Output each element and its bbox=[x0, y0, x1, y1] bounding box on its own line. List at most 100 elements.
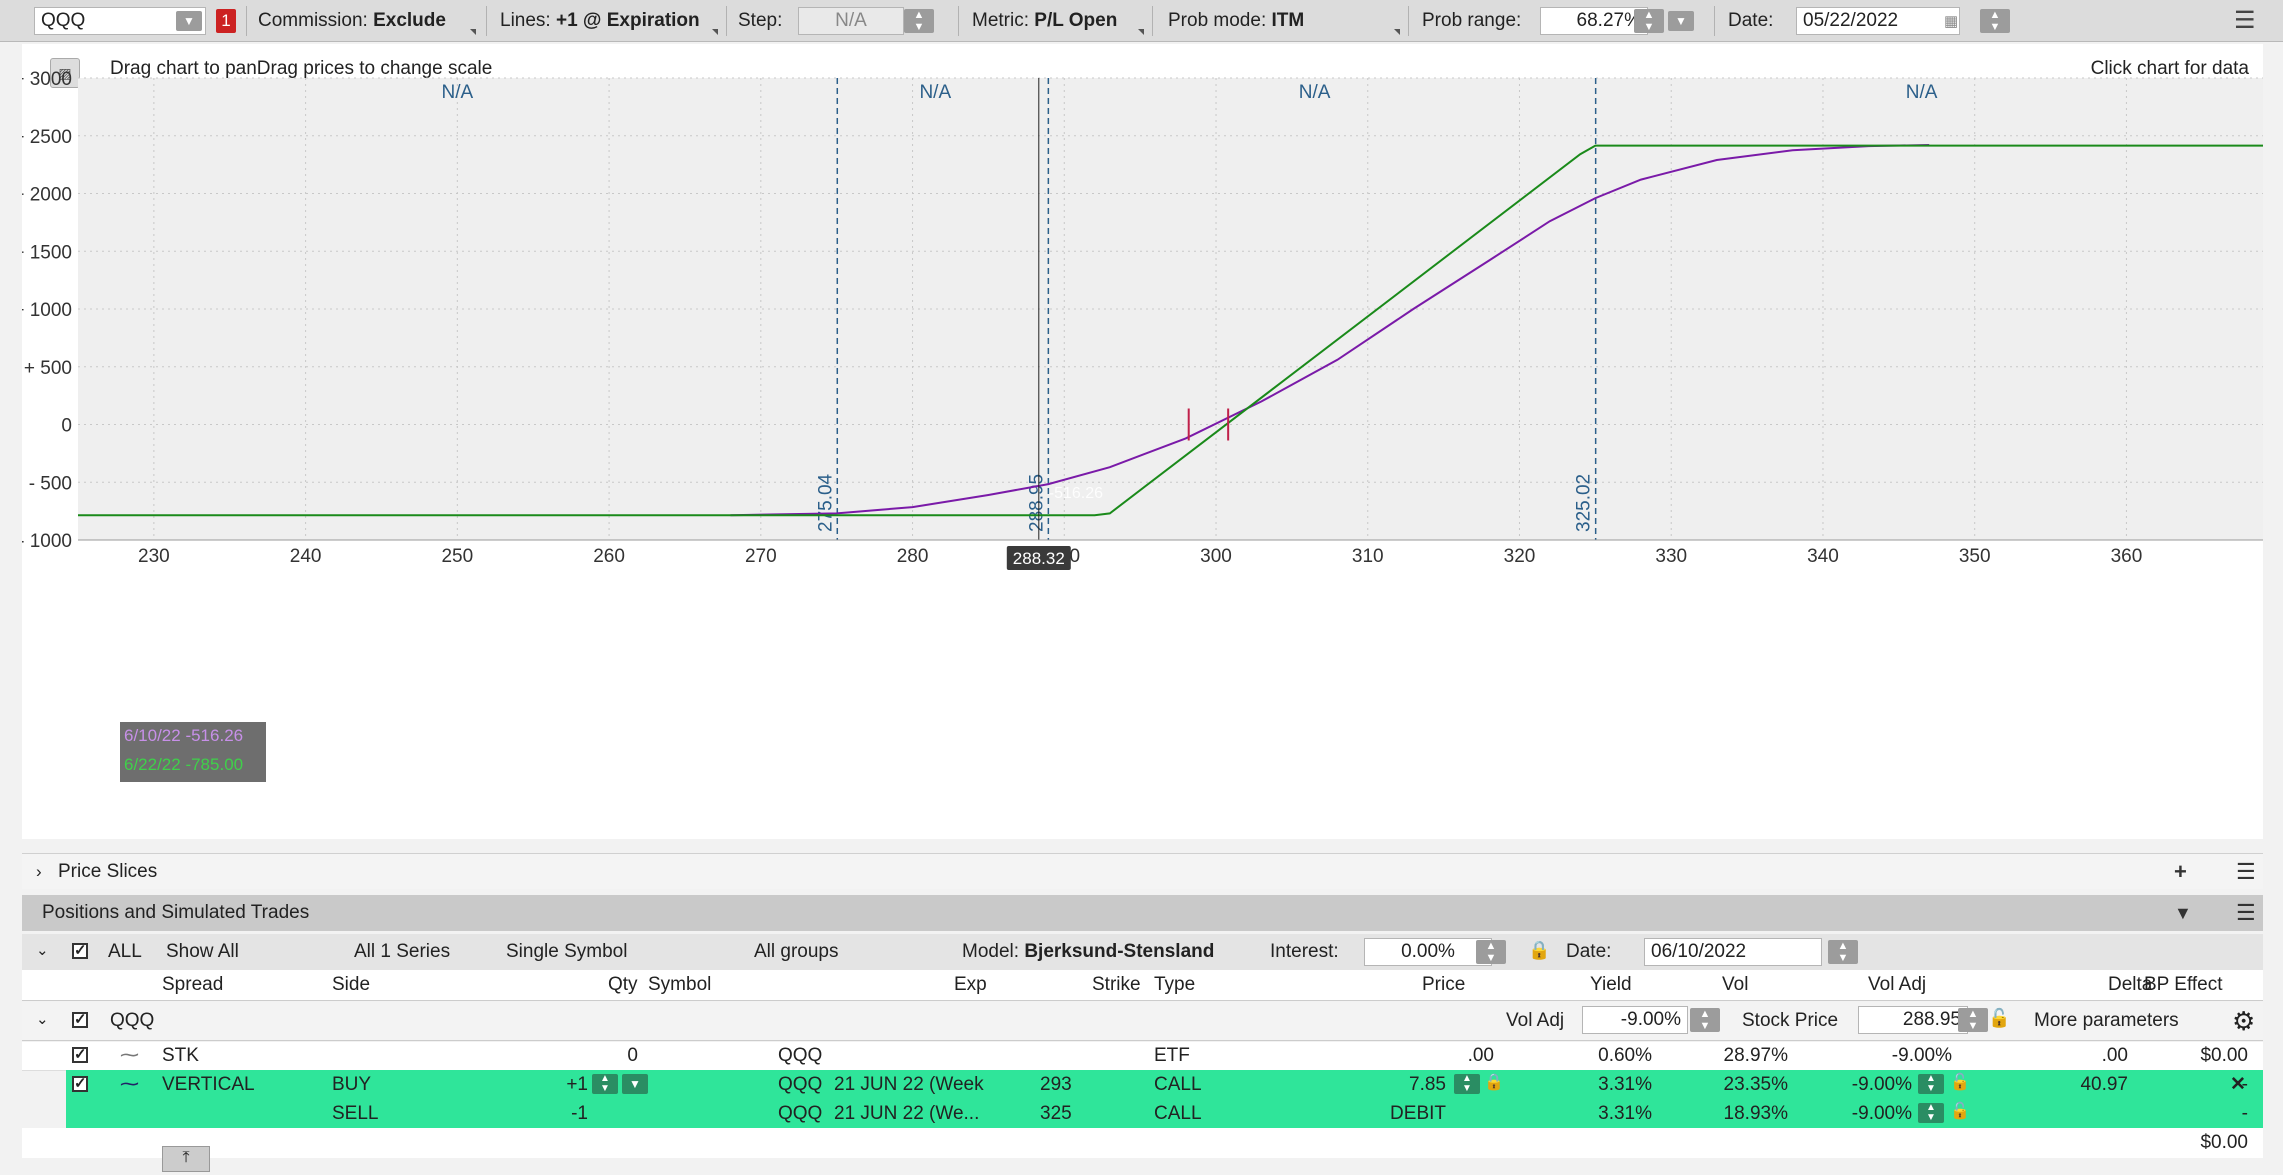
col-vol[interactable]: Vol bbox=[1722, 974, 1748, 996]
sim-date-input[interactable]: 06/10/2022 bbox=[1644, 938, 1822, 966]
step-input[interactable]: N/A bbox=[798, 7, 904, 35]
alert-badge[interactable]: 1 bbox=[216, 9, 236, 33]
metric-menu-icon[interactable] bbox=[1138, 29, 1144, 35]
row-vol-adj[interactable]: -9.00% bbox=[1802, 1103, 1912, 1125]
groups-filter[interactable]: All groups bbox=[754, 941, 839, 963]
commission-menu-icon[interactable] bbox=[470, 29, 476, 35]
col-spread[interactable]: Spread bbox=[162, 974, 223, 996]
lines-control[interactable]: Lines: +1 @ Expiration bbox=[500, 0, 700, 42]
date-input[interactable]: 05/22/2022 bbox=[1796, 7, 1960, 35]
calendar-icon[interactable]: ▦ bbox=[1944, 12, 1958, 30]
interest-input[interactable]: 0.00% bbox=[1364, 938, 1492, 966]
add-slice-icon[interactable]: + bbox=[2174, 854, 2187, 890]
qty-spinner-icon[interactable]: ▲ ▼ bbox=[592, 1074, 618, 1094]
positions-header[interactable]: Positions and Simulated Trades ▼ ☰ bbox=[22, 895, 2263, 931]
row-qty[interactable]: 0 bbox=[618, 1045, 638, 1067]
row-strike[interactable]: 293 bbox=[1040, 1074, 1072, 1096]
row-spread[interactable]: VERTICAL bbox=[162, 1074, 255, 1096]
show-filter[interactable]: Show All bbox=[166, 941, 239, 963]
metric-control[interactable]: Metric: P/L Open bbox=[972, 0, 1117, 42]
row-exp[interactable]: 21 JUN 22 (We... bbox=[834, 1103, 1012, 1125]
prob-range-dropdown-icon[interactable]: ▼ bbox=[1668, 11, 1694, 31]
sim-date-spinner-icon[interactable]: ▲ ▼ bbox=[1828, 940, 1858, 964]
qty-dropdown-icon[interactable]: ▼ bbox=[622, 1074, 648, 1094]
col-side[interactable]: Side bbox=[332, 974, 370, 996]
scroll-top-icon[interactable]: ⤒ bbox=[162, 1146, 210, 1172]
row-checkbox[interactable]: ✓ bbox=[72, 1047, 88, 1063]
col-symbol[interactable]: Symbol bbox=[648, 974, 711, 996]
positions-menu-icon[interactable]: ☰ bbox=[2236, 895, 2256, 931]
col-bp-effect[interactable]: BP Effect bbox=[2144, 974, 2223, 996]
row-chart-icon[interactable]: ⁓ bbox=[120, 1073, 139, 1096]
lines-menu-icon[interactable] bbox=[712, 29, 718, 35]
row-qty[interactable]: -1 bbox=[542, 1103, 588, 1125]
prob-mode-menu-icon[interactable] bbox=[1394, 29, 1400, 35]
row-qty[interactable]: +1 bbox=[542, 1074, 588, 1096]
symbol-dropdown-icon[interactable]: ▼ bbox=[176, 11, 202, 31]
row-chart-icon[interactable]: ⁓ bbox=[120, 1044, 139, 1067]
group-chevron-icon[interactable]: ⌄ bbox=[36, 1010, 49, 1028]
row-type[interactable]: CALL bbox=[1154, 1103, 1202, 1125]
risk-profile-chart-panel[interactable]: ▨ Drag chart to panDrag prices to change… bbox=[22, 44, 2263, 839]
close-icon[interactable]: ✕ bbox=[2230, 1073, 2246, 1096]
lock-icon[interactable]: 🔒 bbox=[1528, 940, 1550, 961]
table-row[interactable]: ✓ ⁓ VERTICAL BUY +1 ▲ ▼ ▼ QQQ 21 JUN 22 (… bbox=[22, 1070, 2263, 1099]
symbol-mode-filter[interactable]: Single Symbol bbox=[506, 941, 627, 963]
chevron-right-icon[interactable]: › bbox=[36, 854, 42, 890]
slices-menu-icon[interactable]: ☰ bbox=[2236, 854, 2256, 890]
col-type[interactable]: Type bbox=[1154, 974, 1195, 996]
row-side[interactable]: BUY bbox=[332, 1074, 371, 1096]
row-strike[interactable]: 325 bbox=[1040, 1103, 1072, 1125]
step-spinner-icon[interactable]: ▲ ▼ bbox=[904, 9, 934, 33]
prob-range-spinner-icon[interactable]: ▲ ▼ bbox=[1634, 9, 1664, 33]
vol-adj-spinner-icon[interactable]: ▲ ▼ bbox=[1918, 1103, 1944, 1123]
model-value: Bjerksund-Stensland bbox=[1024, 941, 1215, 962]
prob-mode-control[interactable]: Prob mode: ITM bbox=[1168, 0, 1304, 42]
row-exp[interactable]: 21 JUN 22 (Week bbox=[834, 1074, 1012, 1096]
stock-price-spinner-icon[interactable]: ▲ ▼ bbox=[1958, 1008, 1988, 1032]
row-type[interactable]: CALL bbox=[1154, 1074, 1202, 1096]
commission-control[interactable]: Commission: Exclude bbox=[258, 0, 446, 42]
vol-adj-unlock-icon[interactable]: 🔓 bbox=[1950, 1101, 1970, 1121]
table-row[interactable]: ✓ ⁓ STK 0 QQQ ETF .00 0.60% 28.97% -9.00… bbox=[22, 1042, 2263, 1071]
date-spinner-icon[interactable]: ▲ ▼ bbox=[1980, 9, 2010, 33]
unlock-icon[interactable]: 🔓 bbox=[1988, 1008, 2010, 1029]
row-price: .00 bbox=[1467, 1045, 1494, 1066]
model-control[interactable]: Model: Bjerksund-Stensland bbox=[962, 941, 1214, 963]
price-spinner-icon[interactable]: ▲ ▼ bbox=[1454, 1074, 1480, 1094]
vol-adj-spinner-icon[interactable]: ▲ ▼ bbox=[1918, 1074, 1944, 1094]
price-lock-icon[interactable]: 🔒 bbox=[1484, 1072, 1504, 1092]
group-checkbox[interactable]: ✓ bbox=[72, 1012, 88, 1028]
row-price[interactable]: 7.85 bbox=[1382, 1074, 1446, 1096]
menu-list-icon[interactable]: ☰ bbox=[2234, 6, 2256, 35]
row-vol-adj[interactable]: -9.00% bbox=[1802, 1074, 1912, 1096]
price-slices-header[interactable]: › Price Slices + ☰ bbox=[22, 853, 2263, 889]
gear-icon[interactable]: ⚙ bbox=[2232, 1006, 2255, 1037]
commission-value: Exclude bbox=[373, 10, 446, 31]
x-tick-label: 330 bbox=[1655, 546, 1687, 567]
vol-adj-unlock-icon[interactable]: 🔓 bbox=[1950, 1072, 1970, 1092]
price-slices-label: Price Slices bbox=[58, 861, 158, 882]
all-checkbox[interactable]: ✓ bbox=[72, 943, 88, 959]
series-filter[interactable]: All 1 Series bbox=[354, 941, 450, 963]
col-vol-adj[interactable]: Vol Adj bbox=[1868, 974, 1926, 996]
table-row[interactable]: SELL -1 QQQ 21 JUN 22 (We... 325 CALL DE… bbox=[22, 1099, 2263, 1128]
chevron-down-icon[interactable]: ⌄ bbox=[36, 941, 49, 959]
group-row-qqq[interactable]: ⌄ ✓ QQQ Vol Adj -9.00% ▲ ▼ Stock Price 28… bbox=[22, 1002, 2263, 1041]
x-tick-label: 300 bbox=[1200, 546, 1232, 567]
group-vol-adj-spinner-icon[interactable]: ▲ ▼ bbox=[1690, 1008, 1720, 1032]
prob-range-input[interactable]: 68.27% bbox=[1540, 7, 1648, 35]
pl-chart[interactable]: 275.04 288.95 325.02 N/A N/A N/A N/A 230 240 25… bbox=[22, 44, 2263, 839]
col-yield[interactable]: Yield bbox=[1590, 974, 1632, 996]
collapse-icon[interactable]: ▼ bbox=[2174, 895, 2192, 931]
row-side[interactable]: SELL bbox=[332, 1103, 378, 1125]
col-strike[interactable]: Strike bbox=[1092, 974, 1141, 996]
col-exp[interactable]: Exp bbox=[954, 974, 987, 996]
interest-spinner-icon[interactable]: ▲ ▼ bbox=[1476, 940, 1506, 964]
row-checkbox[interactable]: ✓ bbox=[72, 1076, 88, 1092]
more-parameters-button[interactable]: More parameters bbox=[2034, 1010, 2179, 1032]
group-vol-adj-input[interactable]: -9.00% bbox=[1582, 1006, 1688, 1034]
col-qty[interactable]: Qty bbox=[608, 974, 638, 996]
col-price[interactable]: Price bbox=[1422, 974, 1465, 996]
stock-price-input[interactable]: 288.95 bbox=[1858, 1006, 1968, 1034]
